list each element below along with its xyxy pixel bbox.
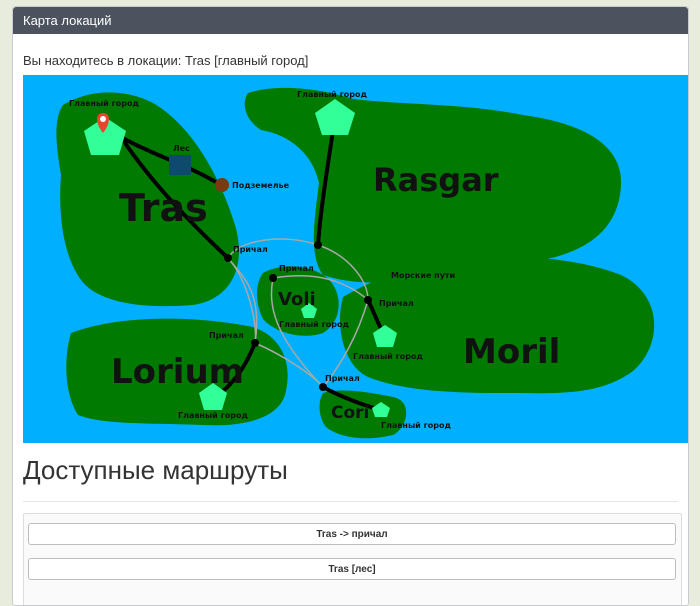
label-forest: Лес [173, 144, 190, 153]
label-sea-routes: Морские пути [391, 271, 455, 280]
island-label-rasgar: Rasgar [373, 161, 499, 199]
dungeon-marker [215, 178, 229, 192]
island-label-tras: Tras [119, 186, 208, 230]
locations-panel: Карта локаций Вы находитесь в локации: T… [12, 6, 689, 606]
label-pier-cori: Причал [325, 374, 360, 383]
route-button-pier[interactable]: Tras -> причал [28, 523, 676, 545]
label-pier-tras: Причал [233, 245, 268, 254]
island-label-lorium: Lorium [111, 352, 244, 392]
route-button-forest[interactable]: Tras [лес] [28, 558, 676, 580]
forest-marker [169, 155, 191, 175]
label-pier-moril: Причал [379, 299, 414, 308]
island-label-moril: Moril [463, 332, 560, 372]
location-map: Tras Rasgar Voli Moril Lorium Cori Главн… [23, 75, 688, 443]
divider [23, 501, 678, 502]
label-capital-lorium: Главный город [178, 411, 248, 420]
panel-title: Карта локаций [13, 7, 688, 34]
island-label-cori: Cori [331, 403, 369, 423]
routes-heading: Доступные маршруты [23, 455, 288, 485]
island-label-voli: Voli [278, 289, 316, 310]
label-pier-voli: Причал [279, 264, 314, 273]
label-dungeon: Подземелье [232, 181, 290, 190]
label-capital-tras: Главный город [69, 99, 139, 108]
label-pier-lorium: Причал [209, 331, 244, 340]
label-capital-moril: Главный город [353, 352, 423, 361]
island-moril [340, 256, 655, 394]
routes-list: Tras -> причал Tras [лес] [23, 513, 682, 605]
label-capital-voli: Главный город [279, 320, 349, 329]
current-location-text: Вы находитесь в локации: Tras [главный г… [23, 53, 309, 68]
label-capital-cori: Главный город [381, 421, 451, 430]
label-capital-rasgar: Главный город [297, 90, 367, 99]
